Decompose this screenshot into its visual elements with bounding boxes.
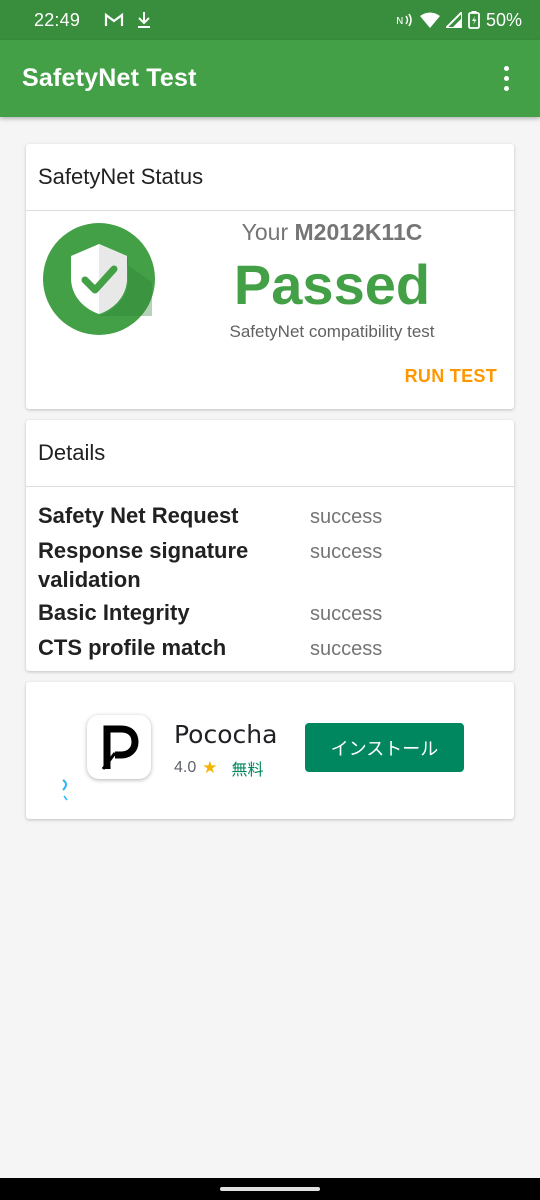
pococha-app-icon[interactable] <box>87 715 151 779</box>
detail-key: CTS profile match <box>38 635 227 660</box>
ad-app-name[interactable]: Pococha <box>174 720 277 749</box>
signal-icon <box>445 12 462 28</box>
star-icon: ★ <box>202 758 218 777</box>
detail-row: Basic Integrity success <box>38 598 502 629</box>
status-card-header: SafetyNet Status <box>26 144 514 211</box>
detail-value: success <box>310 603 383 625</box>
details-card: Details Safety Net Request success Respo… <box>26 420 514 671</box>
download-icon <box>136 11 152 29</box>
result-text: Passed <box>233 253 431 316</box>
details-list: Safety Net Request success Response sign… <box>26 487 514 664</box>
detail-row: Response signature validation success <box>38 536 502 594</box>
device-prefix: Your <box>241 219 289 245</box>
ad-choices-icon[interactable] <box>61 778 71 804</box>
detail-row: CTS profile match success <box>38 633 502 664</box>
run-test-button[interactable]: RUN TEST <box>405 366 497 387</box>
detail-row: Safety Net Request success <box>38 501 502 532</box>
details-card-header: Details <box>26 420 514 487</box>
ad-card[interactable]: Pococha 4.0 ★ 無料 インストール <box>26 682 514 819</box>
status-bar: 22:49 N 50% <box>0 0 540 40</box>
battery-percentage: 50% <box>485 9 522 30</box>
status-time: 22:49 <box>34 9 81 30</box>
gmail-icon <box>104 12 124 28</box>
overflow-menu-icon[interactable] <box>494 59 518 99</box>
battery-icon <box>468 11 480 29</box>
detail-key: Basic Integrity <box>38 600 190 625</box>
result-subtitle: SafetyNet compatibility test <box>229 322 435 341</box>
app-title: SafetyNet Test <box>22 64 197 92</box>
home-gesture-handle[interactable] <box>220 1187 320 1191</box>
nfc-icon: N <box>396 12 414 28</box>
detail-value: success <box>310 638 383 660</box>
status-card: SafetyNet Status Your M2012K11C Passed S… <box>26 144 514 409</box>
install-button[interactable]: インストール <box>305 723 464 772</box>
ad-meta: 4.0 ★ 無料 <box>174 756 264 780</box>
ad-price: 無料 <box>231 762 264 779</box>
ad-rating: 4.0 <box>174 759 197 776</box>
detail-value: success <box>310 541 383 563</box>
device-model: M2012K11C <box>294 219 423 245</box>
svg-text:N: N <box>396 16 403 27</box>
navigation-bar <box>0 1178 540 1200</box>
app-bar: SafetyNet Test <box>0 40 540 117</box>
device-line: Your M2012K11C <box>26 219 514 246</box>
wifi-icon <box>419 12 440 28</box>
detail-key: Safety Net Request <box>38 503 239 528</box>
detail-key: Response signature validation <box>38 538 249 592</box>
detail-value: success <box>310 506 383 528</box>
